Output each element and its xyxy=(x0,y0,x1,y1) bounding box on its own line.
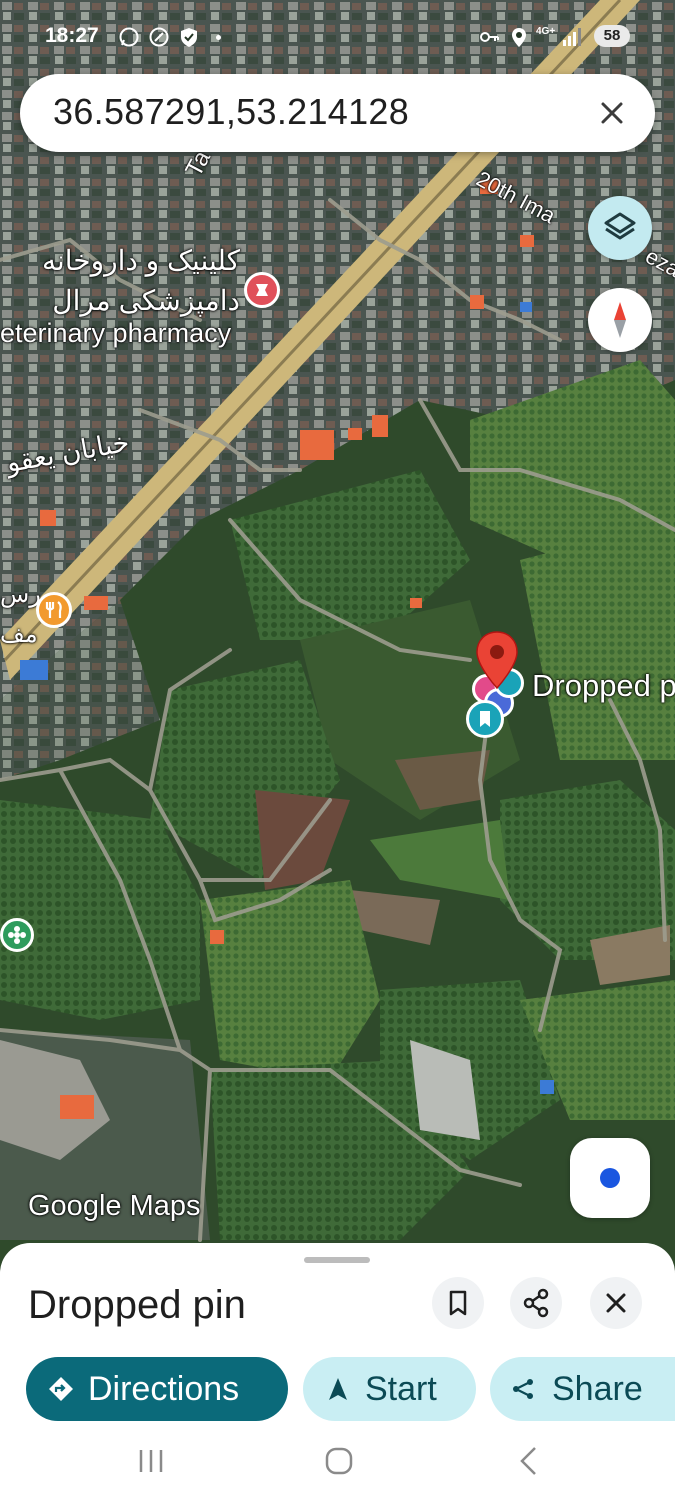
directions-icon xyxy=(49,1377,73,1401)
compass-icon xyxy=(614,302,626,338)
notification-dot xyxy=(216,35,221,40)
close-sheet-button[interactable] xyxy=(590,1277,642,1329)
clear-search-icon[interactable] xyxy=(591,92,633,134)
place-title: Dropped pin xyxy=(28,1283,246,1327)
close-icon xyxy=(606,1293,626,1313)
shield-check-icon xyxy=(181,28,197,47)
pharmacy-poi-icon[interactable] xyxy=(244,272,280,308)
map-label-restaurant-fa-2: مف xyxy=(0,621,38,648)
search-query[interactable]: 36.587291,53.214128 xyxy=(53,91,409,133)
directions-label: Directions xyxy=(88,1370,240,1408)
map-label-clinic-fa-2: دامپزشکی مرال xyxy=(52,285,240,316)
layers-icon xyxy=(604,212,636,240)
share-icon xyxy=(523,1288,549,1318)
map-label-restaurant-fa-1: رس xyxy=(0,581,41,608)
restaurant-poi-icon[interactable] xyxy=(36,592,72,628)
my-location-icon xyxy=(600,1168,620,1188)
share-icon-button[interactable] xyxy=(510,1277,562,1329)
recent-apps-icon[interactable] xyxy=(134,1446,168,1476)
start-label: Start xyxy=(365,1370,437,1408)
save-button[interactable] xyxy=(432,1277,484,1329)
google-maps-watermark: Google Maps xyxy=(28,1190,201,1222)
share-button[interactable]: Share xyxy=(490,1357,675,1421)
signal-icon xyxy=(563,28,581,46)
bookmark-marker-icon[interactable] xyxy=(466,700,504,738)
status-bar: 18:27 4G+ 58 xyxy=(0,22,675,54)
home-icon[interactable] xyxy=(322,1444,356,1478)
key-icon xyxy=(480,32,499,42)
map-label-clinic-en: eterinary pharmacy xyxy=(0,318,232,348)
start-button[interactable]: Start xyxy=(303,1357,476,1421)
compass-button[interactable] xyxy=(588,288,652,352)
data-saver-icon xyxy=(149,27,169,47)
dropped-pin-map-label: Dropped p xyxy=(532,668,675,703)
location-icon xyxy=(512,28,526,47)
my-location-button[interactable] xyxy=(570,1138,650,1218)
system-navigation-bar xyxy=(0,1430,675,1500)
battery-level: 58 xyxy=(594,25,630,47)
sheet-drag-handle[interactable] xyxy=(304,1257,370,1263)
layers-button[interactable] xyxy=(588,196,652,260)
bookmark-icon xyxy=(449,1290,467,1316)
back-icon[interactable] xyxy=(514,1444,544,1478)
status-time: 18:27 xyxy=(45,24,99,47)
search-bar[interactable]: 36.587291,53.214128 xyxy=(20,74,655,152)
directions-button[interactable]: Directions xyxy=(26,1357,288,1421)
share-label: Share xyxy=(552,1370,643,1408)
map-label-clinic-fa-1: کلینیک و داروخانه xyxy=(41,245,240,276)
dropped-pin-icon[interactable] xyxy=(474,630,520,690)
share-chip-icon xyxy=(513,1379,533,1399)
park-poi-icon[interactable] xyxy=(0,918,34,952)
network-type: 4G+ xyxy=(536,26,556,37)
navigation-arrow-icon xyxy=(329,1378,347,1400)
whatsapp-icon xyxy=(119,27,139,47)
